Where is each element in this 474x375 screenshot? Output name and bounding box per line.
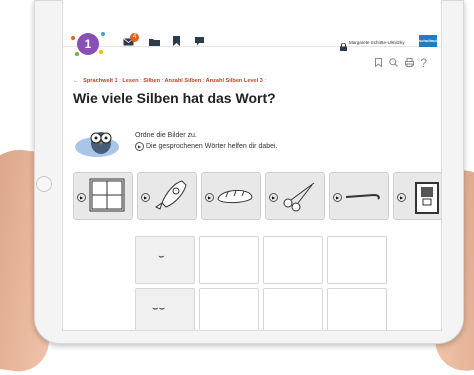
app-logo[interactable]: 1 (77, 33, 99, 55)
grid-row-label-2: ⌣⌣ (135, 288, 195, 330)
home-button[interactable] (36, 176, 52, 192)
help-icon[interactable]: ? (420, 56, 431, 70)
drop-cell[interactable] (327, 288, 387, 330)
tool-icons: ? (374, 56, 431, 70)
breadcrumb-separator: : (202, 78, 205, 84)
brand-label: schulbuch (419, 38, 440, 43)
brand-logo: schulbuch (419, 35, 440, 47)
bread-icon (217, 190, 253, 204)
play-icon[interactable]: ▶ (397, 193, 406, 202)
breadcrumb-item[interactable]: Silben (143, 78, 160, 84)
bookmark-outline-icon[interactable] (374, 58, 389, 70)
logo-number: 1 (84, 37, 92, 51)
breadcrumb-item[interactable]: Anzahl Silben (165, 78, 202, 84)
page-title: Wie viele Silben hat das Wort? (73, 90, 276, 106)
breadcrumb-item[interactable]: Anzahl Silben Level 3 (206, 78, 263, 84)
card-scissors[interactable]: ▶ (265, 172, 325, 220)
play-icon[interactable]: ▶ (333, 193, 342, 202)
breadcrumb-separator: : (140, 78, 142, 84)
instructions: Ordne die Bilder zu. ▶ Die gesprochenen W… (135, 130, 278, 152)
card-rocket[interactable]: ▶ (137, 172, 197, 220)
instruction-line-2: ▶ Die gesprochenen Wörter helfen dir dabe… (135, 141, 278, 152)
grid-row-label-1: ⌣ (135, 236, 195, 284)
card-window[interactable]: ▶ (73, 172, 133, 220)
drop-cell[interactable] (263, 288, 323, 330)
cane-icon (345, 193, 380, 200)
card-toaster[interactable]: ▶ (393, 172, 441, 220)
syllable-mark: ⌣ (158, 251, 165, 262)
play-icon[interactable]: ▶ (77, 193, 86, 202)
drop-cell[interactable] (199, 288, 259, 330)
scissors-icon (283, 182, 315, 212)
breadcrumb-separator: : (119, 78, 121, 84)
instruction-line-1: Ordne die Bilder zu. (135, 132, 197, 139)
search-icon[interactable] (389, 58, 405, 70)
owl-mascot (73, 125, 129, 159)
card-cane[interactable]: ▶ (329, 172, 389, 220)
rocket-icon (155, 180, 187, 210)
breadcrumb-item[interactable]: Sprachwelt 1 (83, 78, 118, 84)
drop-cell[interactable] (327, 236, 387, 284)
print-icon[interactable] (404, 58, 421, 70)
bookmark-icon[interactable] (173, 36, 180, 49)
window-icon (89, 178, 125, 212)
breadcrumb-item[interactable]: Lesen (122, 78, 138, 84)
arrow-left-icon[interactable]: ← (73, 78, 79, 84)
breadcrumb-separator: : (264, 78, 266, 84)
card-bread[interactable]: ▶ (201, 172, 261, 220)
chat-icon[interactable] (195, 37, 204, 49)
syllable-mark: ⌣⌣ (152, 303, 166, 314)
play-icon[interactable]: ▶ (269, 193, 278, 202)
breadcrumb-separator: : (161, 78, 164, 84)
user-name[interactable]: Margarete Schütte-Ulmitzky (349, 40, 405, 45)
breadcrumb: ← Sprachwelt 1 : Lesen : Silben : Anzahl… (73, 78, 266, 84)
drop-cell[interactable] (263, 236, 323, 284)
lock-icon (340, 38, 347, 51)
folder-icon[interactable] (149, 37, 160, 49)
toaster-icon (415, 182, 439, 214)
play-icon[interactable]: ▶ (205, 193, 214, 202)
play-icon[interactable]: ▶ (135, 141, 144, 151)
instruction-line-2-text: Die gesprochenen Wörter helfen dir dabei… (146, 143, 278, 150)
mail-badge: 4 (130, 33, 139, 42)
drop-cell[interactable] (199, 236, 259, 284)
play-icon[interactable]: ▶ (141, 193, 150, 202)
top-bar: 1 4 Margarete Schütte-Ulmitzky schulbuch (63, 0, 441, 55)
app-screen: 1 4 Margarete Schütte-Ulmitzky schulbuch (62, 0, 442, 331)
